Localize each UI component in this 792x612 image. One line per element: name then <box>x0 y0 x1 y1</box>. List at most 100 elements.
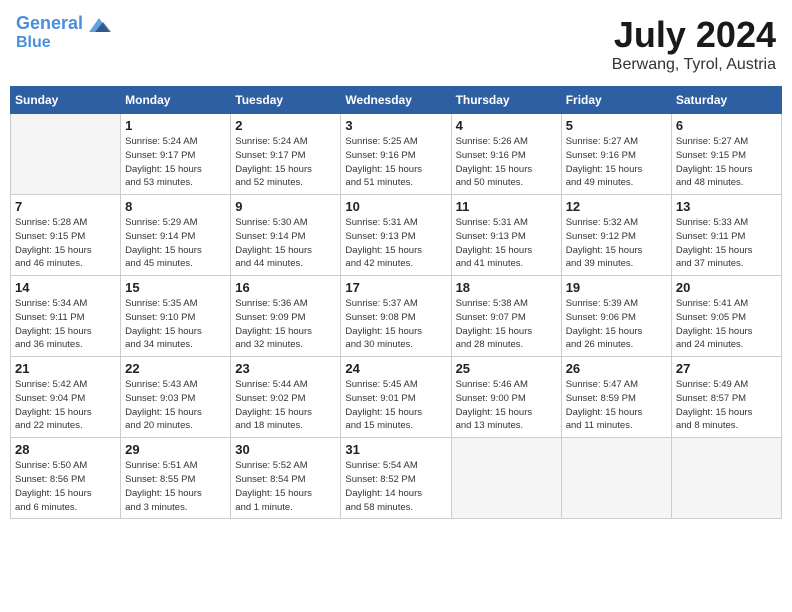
day-info: Sunrise: 5:27 AMSunset: 9:15 PMDaylight:… <box>676 135 777 190</box>
day-info: Sunrise: 5:31 AMSunset: 9:13 PMDaylight:… <box>456 216 557 271</box>
day-number: 4 <box>456 118 557 133</box>
day-info: Sunrise: 5:35 AMSunset: 9:10 PMDaylight:… <box>125 297 226 352</box>
calendar-cell <box>561 438 671 519</box>
calendar-cell: 15 Sunrise: 5:35 AMSunset: 9:10 PMDayligh… <box>121 276 231 357</box>
calendar-cell: 28Sunrise: 5:50 AMSunset: 8:56 PMDayligh… <box>11 438 121 519</box>
weekday-header-sunday: Sunday <box>11 87 121 114</box>
calendar-cell: 25 Sunrise: 5:46 AMSunset: 9:00 PMDayligh… <box>451 357 561 438</box>
calendar-cell <box>11 114 121 195</box>
day-number: 8 <box>125 199 226 214</box>
day-number: 9 <box>235 199 336 214</box>
calendar-cell: 23 Sunrise: 5:44 AMSunset: 9:02 PMDayligh… <box>231 357 341 438</box>
weekday-header-saturday: Saturday <box>671 87 781 114</box>
calendar-week-5: 28Sunrise: 5:50 AMSunset: 8:56 PMDayligh… <box>11 438 782 519</box>
day-info: Sunrise: 5:33 AMSunset: 9:11 PMDaylight:… <box>676 216 777 271</box>
day-info: Sunrise: 5:34 AMSunset: 9:11 PMDaylight:… <box>15 297 116 352</box>
title-area: July 2024 Berwang, Tyrol, Austria <box>612 14 776 74</box>
calendar-cell: 11 Sunrise: 5:31 AMSunset: 9:13 PMDayligh… <box>451 195 561 276</box>
day-number: 3 <box>345 118 446 133</box>
calendar-cell: 6Sunrise: 5:27 AMSunset: 9:15 PMDaylight… <box>671 114 781 195</box>
calendar-cell: 31 Sunrise: 5:54 AMSunset: 8:52 PMDayligh… <box>341 438 451 519</box>
day-info: Sunrise: 5:39 AMSunset: 9:06 PMDaylight:… <box>566 297 667 352</box>
day-info: Sunrise: 5:47 AMSunset: 8:59 PMDaylight:… <box>566 378 667 433</box>
calendar-cell: 24Sunrise: 5:45 AMSunset: 9:01 PMDayligh… <box>341 357 451 438</box>
day-number: 22 <box>125 361 226 376</box>
calendar-cell: 22 Sunrise: 5:43 AMSunset: 9:03 PMDayligh… <box>121 357 231 438</box>
calendar-cell: 27 Sunrise: 5:49 AMSunset: 8:57 PMDayligh… <box>671 357 781 438</box>
day-info: Sunrise: 5:24 AMSunset: 9:17 PMDaylight:… <box>235 135 336 190</box>
day-number: 18 <box>456 280 557 295</box>
day-number: 17 <box>345 280 446 295</box>
weekday-header-tuesday: Tuesday <box>231 87 341 114</box>
logo-blue-text: Blue <box>16 34 51 52</box>
day-number: 7 <box>15 199 116 214</box>
calendar-cell: 16 Sunrise: 5:36 AMSunset: 9:09 PMDayligh… <box>231 276 341 357</box>
day-info: Sunrise: 5:44 AMSunset: 9:02 PMDaylight:… <box>235 378 336 433</box>
calendar-cell: 19 Sunrise: 5:39 AMSunset: 9:06 PMDayligh… <box>561 276 671 357</box>
calendar-cell: 30Sunrise: 5:52 AMSunset: 8:54 PMDayligh… <box>231 438 341 519</box>
day-number: 19 <box>566 280 667 295</box>
day-number: 21 <box>15 361 116 376</box>
weekday-header-friday: Friday <box>561 87 671 114</box>
day-info: Sunrise: 5:36 AMSunset: 9:09 PMDaylight:… <box>235 297 336 352</box>
day-info: Sunrise: 5:32 AMSunset: 9:12 PMDaylight:… <box>566 216 667 271</box>
calendar-cell: 14 Sunrise: 5:34 AMSunset: 9:11 PMDayligh… <box>11 276 121 357</box>
day-number: 15 <box>125 280 226 295</box>
calendar-cell: 13 Sunrise: 5:33 AMSunset: 9:11 PMDayligh… <box>671 195 781 276</box>
calendar-cell: 18Sunrise: 5:38 AMSunset: 9:07 PMDayligh… <box>451 276 561 357</box>
day-info: Sunrise: 5:54 AMSunset: 8:52 PMDaylight:… <box>345 459 446 514</box>
logo-icon <box>85 14 113 34</box>
location-title: Berwang, Tyrol, Austria <box>612 56 776 74</box>
calendar-table: SundayMondayTuesdayWednesdayThursdayFrid… <box>10 86 782 519</box>
day-number: 25 <box>456 361 557 376</box>
logo-text: General <box>16 14 83 34</box>
calendar-week-4: 21Sunrise: 5:42 AMSunset: 9:04 PMDayligh… <box>11 357 782 438</box>
logo: General Blue <box>16 14 113 52</box>
calendar-cell: 5 Sunrise: 5:27 AMSunset: 9:16 PMDaylight… <box>561 114 671 195</box>
day-number: 26 <box>566 361 667 376</box>
month-title: July 2024 <box>612 14 776 56</box>
day-number: 1 <box>125 118 226 133</box>
calendar-cell: 4 Sunrise: 5:26 AMSunset: 9:16 PMDaylight… <box>451 114 561 195</box>
day-info: Sunrise: 5:51 AMSunset: 8:55 PMDaylight:… <box>125 459 226 514</box>
day-info: Sunrise: 5:50 AMSunset: 8:56 PMDaylight:… <box>15 459 116 514</box>
day-number: 24 <box>345 361 446 376</box>
day-number: 23 <box>235 361 336 376</box>
day-info: Sunrise: 5:49 AMSunset: 8:57 PMDaylight:… <box>676 378 777 433</box>
calendar-cell: 2 Sunrise: 5:24 AMSunset: 9:17 PMDaylight… <box>231 114 341 195</box>
day-info: Sunrise: 5:31 AMSunset: 9:13 PMDaylight:… <box>345 216 446 271</box>
day-number: 16 <box>235 280 336 295</box>
weekday-header-wednesday: Wednesday <box>341 87 451 114</box>
day-number: 13 <box>676 199 777 214</box>
calendar-week-1: 1 Sunrise: 5:24 AMSunset: 9:17 PMDaylight… <box>11 114 782 195</box>
calendar-cell: 12 Sunrise: 5:32 AMSunset: 9:12 PMDayligh… <box>561 195 671 276</box>
page-header: General Blue July 2024 Berwang, Tyrol, A… <box>10 10 782 78</box>
calendar-cell: 8 Sunrise: 5:29 AMSunset: 9:14 PMDaylight… <box>121 195 231 276</box>
calendar-cell: 3 Sunrise: 5:25 AMSunset: 9:16 PMDaylight… <box>341 114 451 195</box>
day-number: 5 <box>566 118 667 133</box>
day-info: Sunrise: 5:27 AMSunset: 9:16 PMDaylight:… <box>566 135 667 190</box>
day-info: Sunrise: 5:28 AMSunset: 9:15 PMDaylight:… <box>15 216 116 271</box>
day-number: 31 <box>345 442 446 457</box>
day-number: 12 <box>566 199 667 214</box>
calendar-week-3: 14 Sunrise: 5:34 AMSunset: 9:11 PMDayligh… <box>11 276 782 357</box>
calendar-cell <box>671 438 781 519</box>
day-number: 14 <box>15 280 116 295</box>
day-info: Sunrise: 5:30 AMSunset: 9:14 PMDaylight:… <box>235 216 336 271</box>
day-info: Sunrise: 5:43 AMSunset: 9:03 PMDaylight:… <box>125 378 226 433</box>
day-info: Sunrise: 5:41 AMSunset: 9:05 PMDaylight:… <box>676 297 777 352</box>
day-number: 11 <box>456 199 557 214</box>
day-info: Sunrise: 5:29 AMSunset: 9:14 PMDaylight:… <box>125 216 226 271</box>
weekday-header-monday: Monday <box>121 87 231 114</box>
calendar-cell: 9 Sunrise: 5:30 AMSunset: 9:14 PMDaylight… <box>231 195 341 276</box>
day-info: Sunrise: 5:24 AMSunset: 9:17 PMDaylight:… <box>125 135 226 190</box>
day-info: Sunrise: 5:25 AMSunset: 9:16 PMDaylight:… <box>345 135 446 190</box>
weekday-header-row: SundayMondayTuesdayWednesdayThursdayFrid… <box>11 87 782 114</box>
weekday-header-thursday: Thursday <box>451 87 561 114</box>
day-number: 27 <box>676 361 777 376</box>
day-number: 2 <box>235 118 336 133</box>
day-info: Sunrise: 5:26 AMSunset: 9:16 PMDaylight:… <box>456 135 557 190</box>
calendar-cell: 1 Sunrise: 5:24 AMSunset: 9:17 PMDaylight… <box>121 114 231 195</box>
calendar-week-2: 7 Sunrise: 5:28 AMSunset: 9:15 PMDaylight… <box>11 195 782 276</box>
day-info: Sunrise: 5:46 AMSunset: 9:00 PMDaylight:… <box>456 378 557 433</box>
